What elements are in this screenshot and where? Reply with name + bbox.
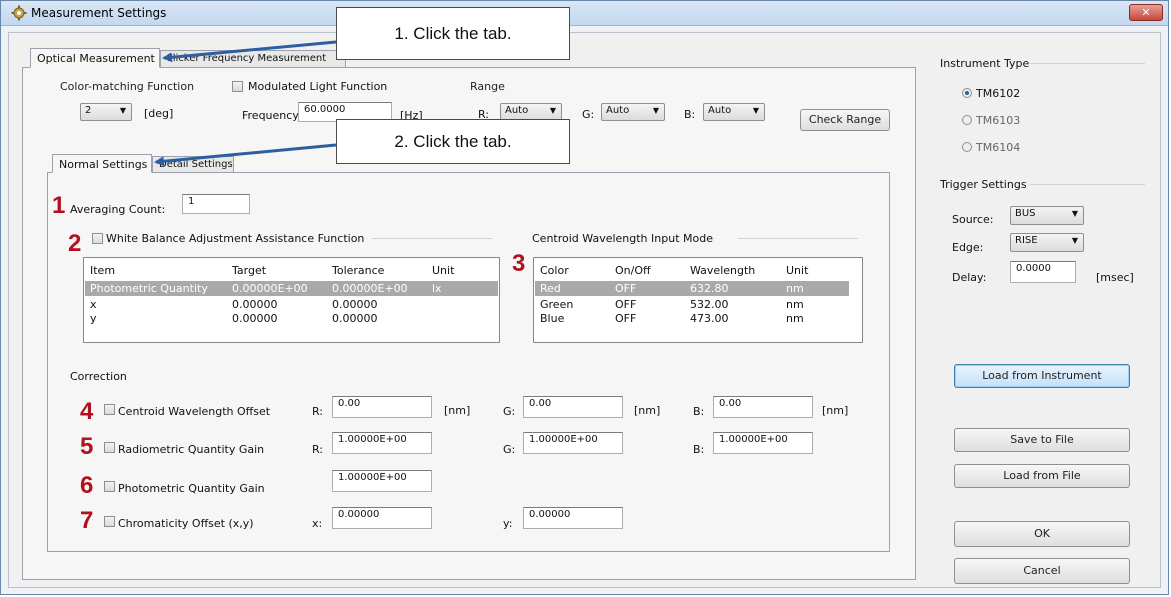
callout-arrows [154,40,337,167]
arrow-to-normal-settings-tab [154,143,337,167]
arrow-to-optical-tab [162,40,337,63]
